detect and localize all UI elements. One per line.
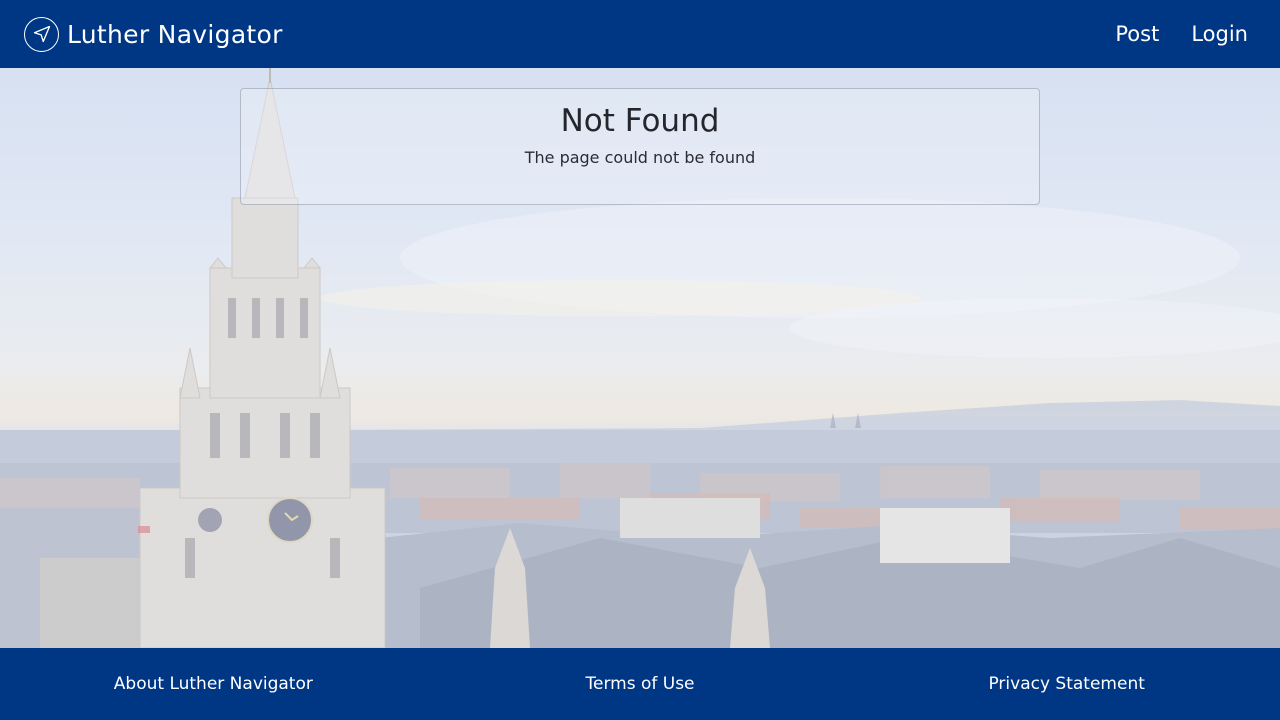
not-found-card: Not Found The page could not be found xyxy=(240,88,1040,205)
nav-login-link[interactable]: Login xyxy=(1191,22,1248,46)
footer-about-link[interactable]: About Luther Navigator xyxy=(0,674,427,694)
page-title: Not Found xyxy=(560,103,720,139)
footer: About Luther Navigator Terms of Use Priv… xyxy=(0,648,1280,720)
footer-privacy-link[interactable]: Privacy Statement xyxy=(853,674,1280,694)
brand-link[interactable]: Luther Navigator xyxy=(24,16,283,52)
not-found-message: The page could not be found xyxy=(524,148,756,167)
brand-name: Luther Navigator xyxy=(67,19,283,49)
hero-background: Not Found The page could not be found xyxy=(0,68,1280,648)
top-navbar: Luther Navigator Post Login xyxy=(0,0,1280,68)
nav-post-link[interactable]: Post xyxy=(1115,22,1159,46)
footer-terms-link[interactable]: Terms of Use xyxy=(427,674,854,694)
nav-links: Post Login xyxy=(1115,22,1248,46)
navigation-arrow-icon xyxy=(24,16,59,52)
